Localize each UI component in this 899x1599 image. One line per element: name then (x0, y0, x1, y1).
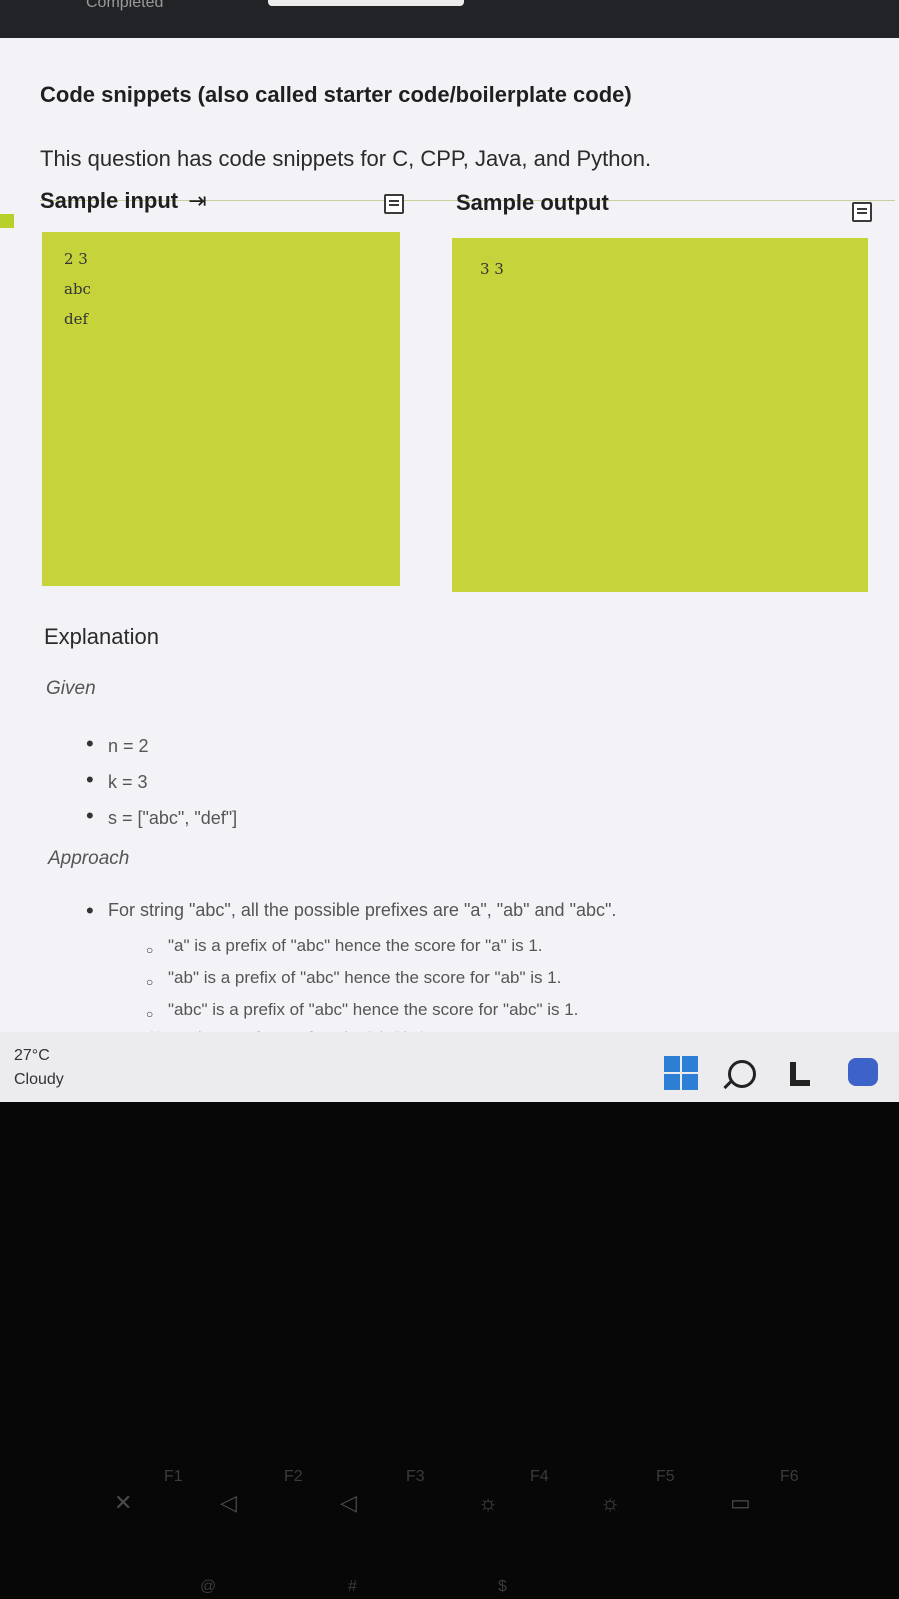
given-label: Given (46, 678, 96, 699)
sample-input-box[interactable]: 2 3 abc def (42, 232, 400, 586)
task-view-icon[interactable] (790, 1062, 810, 1086)
sample-output-label: Sample output (456, 190, 609, 215)
f3-key[interactable]: F3 (406, 1468, 425, 1486)
input-line: 2 3 (64, 250, 88, 268)
hash-key[interactable]: # (348, 1578, 357, 1596)
sample-input-label-text: Sample input (40, 188, 179, 213)
teams-chat-icon[interactable] (848, 1058, 878, 1086)
section-heading: Code snippets (also called starter code/… (40, 82, 632, 107)
weather-condition: Cloudy (14, 1071, 64, 1088)
taskbar: 27°C Cloudy (0, 1032, 899, 1102)
explanation-title: Explanation (44, 624, 159, 649)
top-progress-pill (268, 0, 464, 6)
volume-down-icon[interactable]: ◁ (220, 1490, 237, 1516)
brightness-up-icon[interactable]: ☼ (600, 1490, 620, 1516)
f5-key[interactable]: F5 (656, 1468, 675, 1486)
f1-key[interactable]: F1 (164, 1468, 183, 1486)
problem-page: Code snippets (also called starter code/… (0, 38, 899, 1050)
given-list: n = 2 k = 3 s = ["abc", "def"] (86, 726, 237, 836)
f6-key[interactable]: F6 (780, 1468, 799, 1486)
f4-key[interactable]: F4 (530, 1468, 549, 1486)
list-item: "ab" is a prefix of "abc" hence the scor… (146, 962, 578, 998)
approach-label: Approach (48, 848, 130, 869)
search-icon[interactable] (728, 1060, 756, 1088)
weather-widget[interactable]: 27°C Cloudy (14, 1044, 64, 1092)
brightness-down-icon[interactable]: ☼ (478, 1490, 498, 1516)
mute-mic-icon[interactable]: ✕ (114, 1490, 132, 1516)
list-item: s = ["abc", "def"] (86, 798, 237, 836)
dollar-key[interactable]: $ (498, 1578, 507, 1596)
sample-input-label: Sample input ⇥ (40, 188, 207, 214)
left-accent-marker (0, 214, 14, 228)
approach-list: For string "abc", all the possible prefi… (86, 898, 616, 924)
copy-input-icon[interactable] (384, 194, 404, 214)
list-item: For string "abc", all the possible prefi… (86, 898, 616, 924)
at-key[interactable]: @ (200, 1578, 216, 1596)
approach-sublist: "a" is a prefix of "abc" hence the score… (146, 930, 578, 1030)
temperature: 27°C (14, 1047, 50, 1064)
list-item: n = 2 (86, 726, 237, 764)
input-line: abc (64, 280, 91, 298)
arrow-out-icon[interactable]: ⇥ (188, 188, 206, 213)
output-line: 3 3 (480, 260, 504, 278)
volume-up-icon[interactable]: ◁ (340, 1490, 357, 1516)
copy-output-icon[interactable] (852, 202, 872, 222)
list-item: "a" is a prefix of "abc" hence the score… (146, 930, 578, 966)
intro-text: This question has code snippets for C, C… (40, 146, 652, 171)
display-icon[interactable]: ▭ (730, 1490, 751, 1516)
keyboard-area (0, 1102, 899, 1599)
browser-top-bar: Completed (0, 0, 899, 38)
list-item: "abc" is a prefix of "abc" hence the sco… (146, 994, 578, 1030)
list-item: k = 3 (86, 762, 237, 800)
windows-start-icon[interactable] (664, 1056, 698, 1090)
sample-output-box[interactable]: 3 3 (452, 238, 868, 592)
completed-label: Completed (86, 0, 164, 11)
input-line: def (64, 310, 89, 328)
f2-key[interactable]: F2 (284, 1468, 303, 1486)
